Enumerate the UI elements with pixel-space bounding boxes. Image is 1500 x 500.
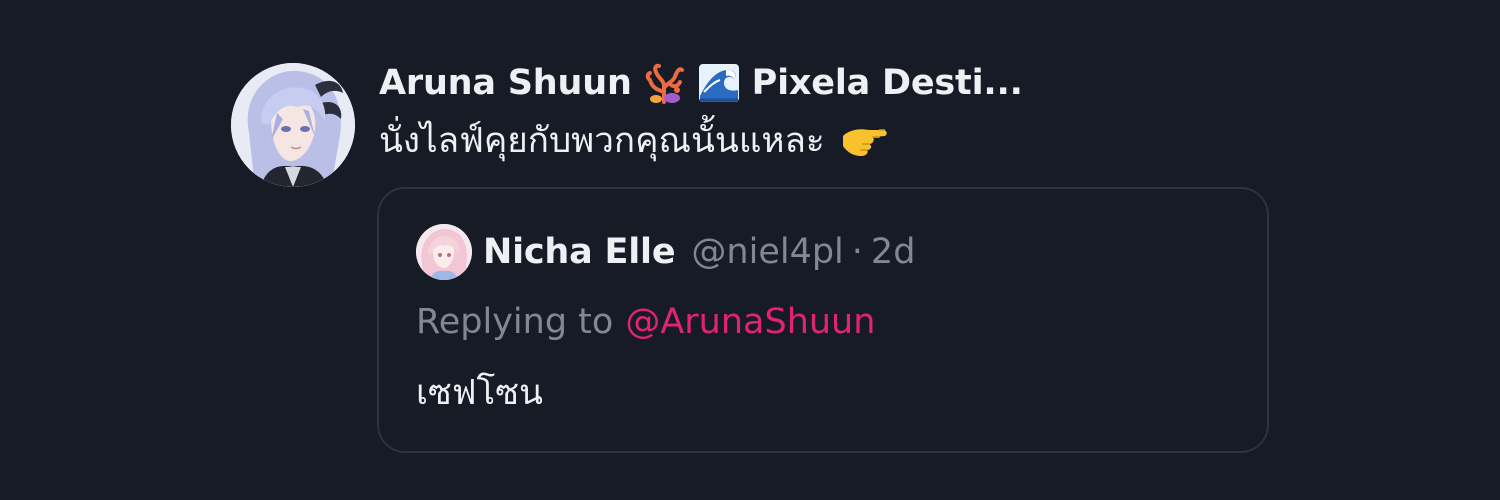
quote-separator: · bbox=[851, 232, 863, 272]
quote-timestamp[interactable]: 2d bbox=[871, 232, 916, 272]
replying-to-label: Replying to bbox=[416, 302, 614, 342]
tweet-header: Aruna Shuun Pixela Desti... bbox=[379, 58, 1023, 108]
quoted-tweet-card[interactable]: Nicha Elle @niel4pl · 2d Replying to @Ar… bbox=[377, 187, 1269, 453]
tweet-text: นั่งไลฟ์คุยกับพวกคุณนั้นแหละ bbox=[379, 114, 891, 166]
replying-to-mention-link[interactable]: @ArunaShuun bbox=[625, 302, 875, 342]
quote-author-avatar[interactable] bbox=[416, 224, 472, 280]
tweet-text-content: นั่งไลฟ์คุยกับพวกคุณนั้นแหละ bbox=[379, 120, 825, 161]
tweet-screenshot: Aruna Shuun Pixela Desti... นั่งไลฟ์คุยก… bbox=[0, 0, 1500, 500]
quote-text: เซฟโซน bbox=[416, 372, 543, 413]
author-display-name[interactable]: Aruna Shuun bbox=[379, 63, 632, 103]
coral-icon bbox=[644, 62, 686, 104]
quote-author-handle[interactable]: @niel4pl bbox=[691, 232, 843, 272]
pinching-hand-icon bbox=[839, 118, 891, 162]
quote-header: Nicha Elle @niel4pl · 2d bbox=[483, 227, 915, 277]
replying-to-line: Replying to @ArunaShuun bbox=[416, 297, 875, 347]
wave-icon bbox=[698, 62, 740, 104]
author-avatar[interactable] bbox=[231, 63, 355, 187]
author-display-name-rest[interactable]: Pixela Desti... bbox=[752, 63, 1023, 103]
quote-author-name[interactable]: Nicha Elle bbox=[483, 232, 676, 272]
